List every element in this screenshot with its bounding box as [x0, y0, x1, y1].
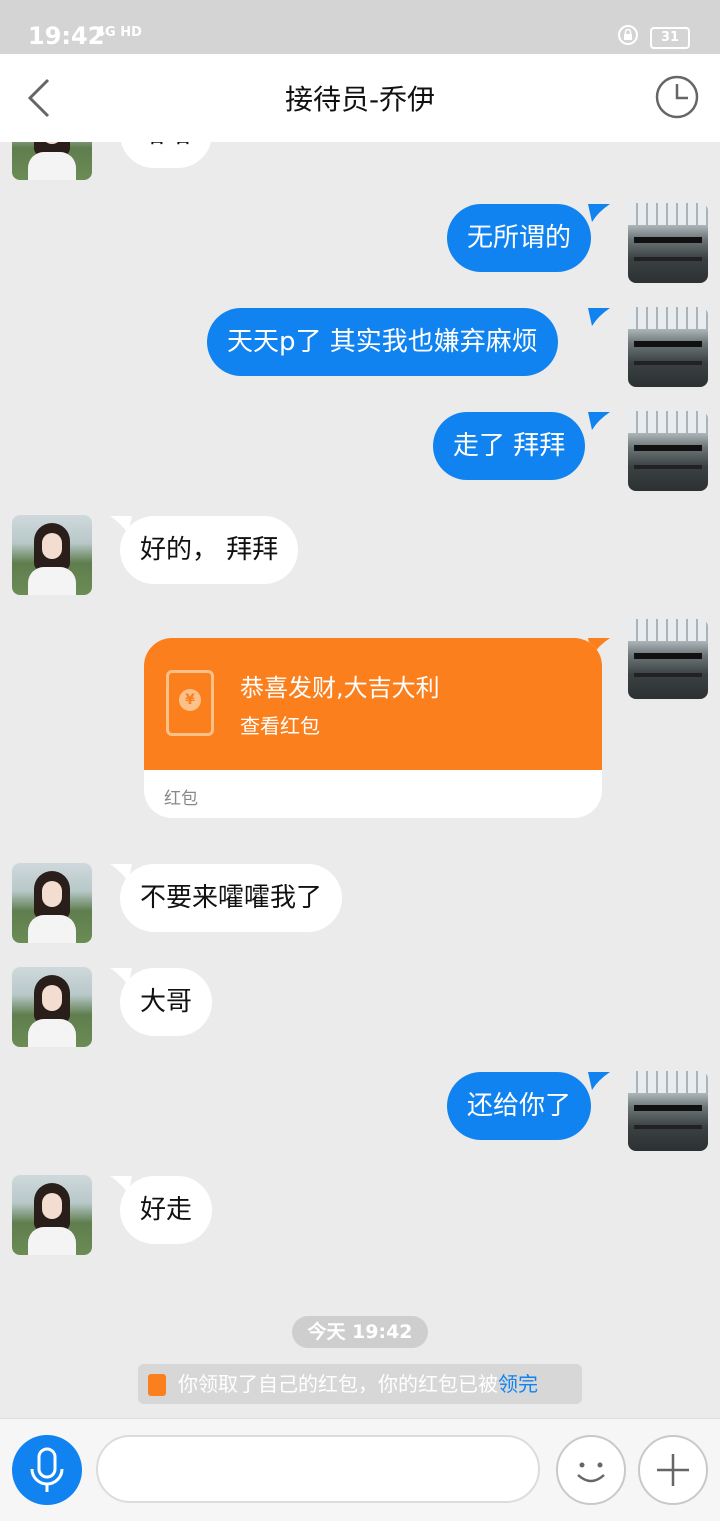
red-packet-card[interactable]: ¥ 恭喜发财,大吉大利 查看红包 红包 — [144, 638, 602, 818]
contact-avatar[interactable] — [12, 1175, 92, 1255]
outgoing-message[interactable]: 走了 拜拜 — [433, 412, 586, 480]
emoji-button[interactable] — [556, 1435, 626, 1505]
status-network: 4G HD — [96, 25, 142, 40]
incoming-message[interactable]: 不要来嚯嚯我了 — [120, 864, 343, 932]
status-time: 19:42 — [28, 22, 105, 50]
outgoing-message[interactable]: 无所谓的 — [447, 204, 592, 272]
clock-icon[interactable] — [654, 74, 700, 120]
more-button[interactable] — [638, 1435, 708, 1505]
my-avatar[interactable] — [628, 619, 708, 699]
my-avatar[interactable] — [628, 411, 708, 491]
time-divider: 今天 19:42 — [292, 1316, 428, 1348]
my-avatar[interactable] — [628, 203, 708, 283]
yuan-coin-icon: ¥ — [179, 689, 201, 711]
incoming-message[interactable]: 好走 — [120, 1176, 213, 1244]
system-message-text: 你领取了自己的红包，你的红包已被 — [178, 1372, 498, 1396]
incoming-message[interactable]: 好的， 拜拜 — [120, 516, 299, 584]
red-packet-title: 恭喜发财,大吉大利 — [240, 674, 440, 702]
red-packet-action: 查看红包 — [240, 714, 320, 738]
contact-avatar[interactable] — [12, 515, 92, 595]
plus-icon — [657, 1454, 689, 1486]
bubble-tail — [588, 1072, 610, 1090]
status-bar: 19:42 4G HD 31 — [0, 0, 720, 54]
chat-title: 接待员-乔伊 — [284, 83, 436, 116]
outgoing-message[interactable]: 天天p了 其实我也嫌弃麻烦 — [207, 308, 558, 376]
rotation-lock-icon — [618, 25, 638, 45]
red-packet-footer: 红包 — [164, 789, 198, 809]
red-envelope-icon — [148, 1374, 166, 1396]
input-bar — [0, 1418, 720, 1521]
microphone-icon — [30, 1447, 64, 1492]
chat-message-list[interactable]: 哈哈 无所谓的 天天p了 其实我也嫌弃麻烦 走了 拜拜 好的， 拜拜 ¥ 恭喜发… — [0, 142, 720, 1418]
battery-indicator: 31 — [650, 27, 690, 49]
outgoing-message[interactable]: 还给你了 — [447, 1072, 592, 1140]
system-message: 你领取了自己的红包，你的红包已被领完 — [138, 1364, 582, 1404]
contact-avatar[interactable] — [12, 142, 92, 180]
message-input[interactable] — [96, 1435, 540, 1503]
contact-avatar[interactable] — [12, 863, 92, 943]
incoming-message[interactable]: 哈哈 — [120, 142, 213, 168]
my-avatar[interactable] — [628, 1071, 708, 1151]
bubble-tail — [588, 412, 610, 430]
bubble-tail — [588, 204, 610, 222]
voice-button[interactable] — [12, 1435, 82, 1505]
red-envelope-icon: ¥ — [166, 670, 214, 736]
bubble-tail — [588, 308, 610, 326]
contact-avatar[interactable] — [12, 967, 92, 1047]
chat-header: 接待员-乔伊 — [0, 54, 720, 142]
smiley-icon — [577, 1462, 605, 1483]
incoming-message[interactable]: 大哥 — [120, 968, 213, 1036]
system-message-link[interactable]: 领完 — [498, 1372, 538, 1396]
my-avatar[interactable] — [628, 307, 708, 387]
